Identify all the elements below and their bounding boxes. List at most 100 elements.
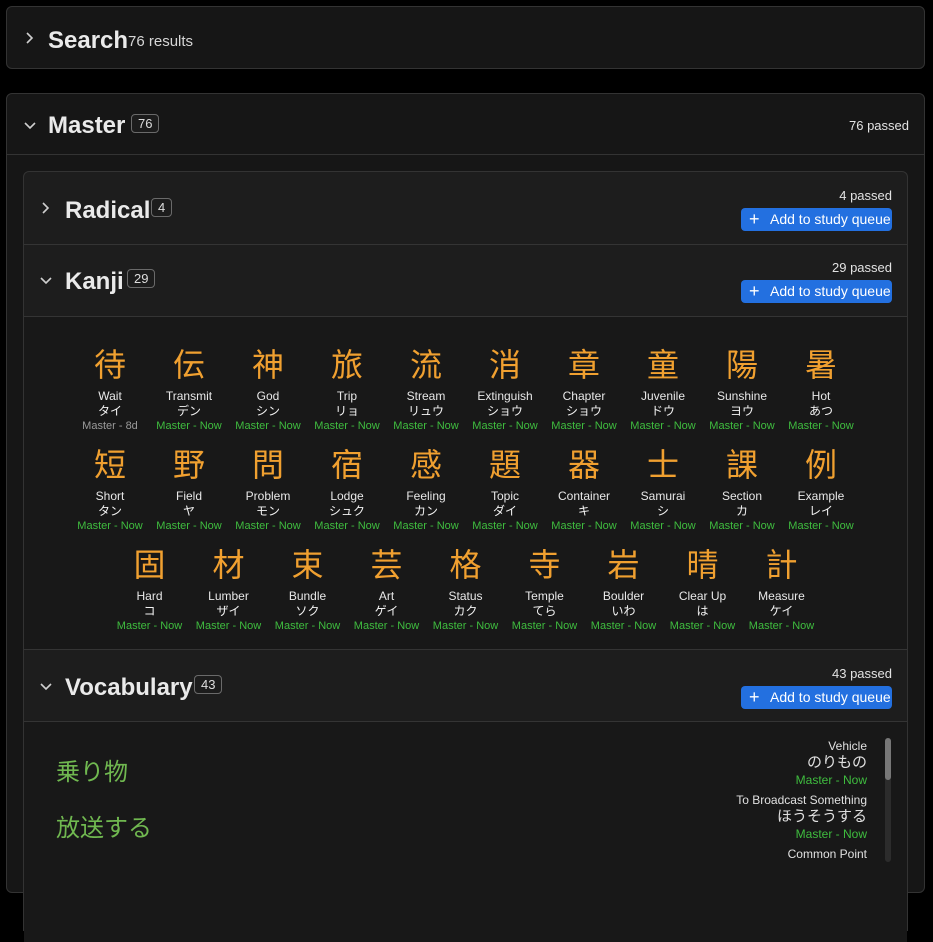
kanji-character: 課	[725, 446, 758, 484]
kanji-card[interactable]: 晴 Clear Up は Master - Now	[663, 547, 742, 633]
vocab-status: Master - Now	[795, 773, 867, 787]
kanji-card[interactable]: 問 Problem モン Master - Now	[229, 447, 308, 533]
plus-icon: +	[749, 209, 760, 229]
kanji-reading: タン	[97, 504, 122, 518]
kanji-card[interactable]: 暑 Hot あつ Master - Now	[782, 347, 861, 433]
kanji-card[interactable]: 例 Example レイ Master - Now	[782, 447, 861, 533]
search-title: Search	[48, 27, 129, 54]
kanji-srs-status: Master - Now	[630, 420, 696, 432]
kanji-srs-status: Master - Now	[788, 420, 854, 432]
chevron-right-icon[interactable]	[25, 32, 35, 46]
kanji-row: 固 Hard コ Master - Now 材 Lumber ザイ Master - Now 束…	[24, 547, 907, 633]
kanji-row: 待 Wait タイ Master - 8d 伝 Transmit デン Master - No…	[24, 347, 907, 433]
kanji-card[interactable]: 章 Chapter ショウ Master - Now	[545, 347, 624, 433]
vocabulary-content: 乗り物 放送する Vehicle のりもの Master - Now To Br…	[24, 722, 907, 942]
kanji-character: 旅	[330, 346, 363, 384]
kanji-reading: いわ	[611, 604, 636, 618]
kanji-srs-status: Master - Now	[709, 420, 775, 432]
kanji-srs-status: Master - Now	[551, 520, 617, 532]
kanji-srs-status: Master - Now	[353, 620, 420, 632]
radical-header[interactable]: Radical 4 4 passed + Add to study queue	[24, 172, 907, 244]
kanji-add-to-queue-button[interactable]: + Add to study queue	[741, 280, 892, 303]
kanji-character: 伝	[172, 346, 205, 384]
radical-add-to-queue-button[interactable]: + Add to study queue	[741, 208, 892, 231]
kanji-card[interactable]: 束 Bundle ソク Master - Now	[268, 547, 347, 633]
kanji-card[interactable]: 待 Wait タイ Master - 8d	[71, 347, 150, 433]
kanji-reading: ソク	[295, 604, 320, 618]
kanji-character: 固	[133, 546, 166, 584]
kanji-card[interactable]: 消 Extinguish ショウ Master - Now	[466, 347, 545, 433]
kanji-card[interactable]: 岩 Boulder いわ Master - Now	[584, 547, 663, 633]
kanji-reading: モン	[255, 504, 280, 518]
kanji-meaning: Wait	[98, 389, 122, 403]
kanji-reading: ドウ	[650, 404, 675, 418]
kanji-card[interactable]: 感 Feeling カン Master - Now	[387, 447, 466, 533]
vocab-word[interactable]: 放送する	[56, 808, 152, 843]
kanji-reading: ショウ	[565, 404, 602, 418]
kanji-meaning: Field	[175, 489, 202, 503]
kanji-card[interactable]: 伝 Transmit デン Master - Now	[150, 347, 229, 433]
kanji-card[interactable]: 野 Field ヤ Master - Now	[150, 447, 229, 533]
kanji-character: 晴	[686, 546, 719, 584]
vocab-word[interactable]: 乗り物	[56, 752, 128, 787]
kanji-character: 例	[804, 446, 837, 484]
kanji-reading: シ	[656, 504, 669, 518]
kanji-card[interactable]: 神 God シン Master - Now	[229, 347, 308, 433]
chevron-down-icon[interactable]	[40, 681, 52, 694]
radical-title: Radical	[65, 197, 151, 224]
chevron-down-icon[interactable]	[24, 120, 36, 133]
kanji-card[interactable]: 童 Juvenile ドウ Master - Now	[624, 347, 703, 433]
master-title[interactable]: Master	[48, 112, 125, 140]
kanji-card[interactable]: 材 Lumber ザイ Master - Now	[189, 547, 268, 633]
kanji-character: 感	[409, 446, 442, 484]
kanji-count-badge: 29	[127, 269, 156, 288]
vocabulary-header[interactable]: Vocabulary 43 43 passed + Add to study qu…	[24, 650, 907, 722]
kanji-meaning: Samurai	[640, 489, 686, 503]
search-panel[interactable]: Search 76 results	[6, 6, 925, 69]
kanji-card[interactable]: 題 Topic ダイ Master - Now	[466, 447, 545, 533]
kanji-card[interactable]: 器 Container キ Master - Now	[545, 447, 624, 533]
kanji-card[interactable]: 固 Hard コ Master - Now	[110, 547, 189, 633]
vocabulary-add-to-queue-button[interactable]: + Add to study queue	[741, 686, 892, 709]
kanji-reading: あつ	[808, 404, 833, 418]
vocab-item[interactable]: Vehicle のりもの Master - Now	[647, 739, 867, 789]
vocab-preview-list: Vehicle のりもの Master - Now To Broadcast S…	[647, 739, 867, 861]
kanji-card[interactable]: 計 Measure ケイ Master - Now	[742, 547, 821, 633]
chevron-down-icon[interactable]	[40, 275, 52, 288]
kanji-srs-status: Master - Now	[551, 420, 617, 432]
kanji-srs-status: Master - Now	[116, 620, 183, 632]
kanji-passed: 29 passed	[832, 260, 892, 275]
kanji-card[interactable]: 流 Stream リュウ Master - Now	[387, 347, 466, 433]
kanji-meaning: Topic	[490, 489, 519, 503]
vocab-reading: ほうそうする	[776, 807, 867, 825]
kanji-reading: シュク	[328, 504, 365, 518]
kanji-card[interactable]: 芸 Art ゲイ Master - Now	[347, 547, 426, 633]
kanji-card[interactable]: 士 Samurai シ Master - Now	[624, 447, 703, 533]
kanji-card[interactable]: 陽 Sunshine ヨウ Master - Now	[703, 347, 782, 433]
kanji-character: 短	[93, 446, 126, 484]
master-count-badge: 76	[131, 114, 160, 133]
radical-count-badge: 4	[151, 198, 173, 217]
chevron-right-icon[interactable]	[41, 202, 51, 216]
kanji-meaning: God	[256, 389, 280, 403]
kanji-character: 器	[567, 446, 600, 484]
vocab-status: Master - Now	[795, 827, 867, 841]
vocabulary-passed: 43 passed	[832, 666, 892, 681]
vocab-item[interactable]: Common Point	[647, 847, 867, 861]
kanji-meaning: Sunshine	[716, 389, 768, 403]
kanji-card[interactable]: 短 Short タン Master - Now	[71, 447, 150, 533]
kanji-card[interactable]: 格 Status カク Master - Now	[426, 547, 505, 633]
kanji-card[interactable]: 旅 Trip リョ Master - Now	[308, 347, 387, 433]
kanji-card[interactable]: 寺 Temple てら Master - Now	[505, 547, 584, 633]
kanji-reading: てら	[532, 604, 557, 618]
kanji-character: 童	[646, 346, 679, 384]
vocab-scrollbar[interactable]	[885, 738, 891, 862]
kanji-meaning: Juvenile	[640, 389, 686, 403]
kanji-reading: リュウ	[407, 404, 444, 418]
vocab-item[interactable]: To Broadcast Something ほうそうする Master - N…	[647, 793, 867, 843]
kanji-meaning: Lumber	[208, 589, 249, 603]
scrollbar-thumb[interactable]	[885, 738, 891, 780]
kanji-card[interactable]: 課 Section カ Master - Now	[703, 447, 782, 533]
kanji-card[interactable]: 宿 Lodge シュク Master - Now	[308, 447, 387, 533]
kanji-header[interactable]: Kanji 29 29 passed + Add to study queue	[24, 244, 907, 316]
